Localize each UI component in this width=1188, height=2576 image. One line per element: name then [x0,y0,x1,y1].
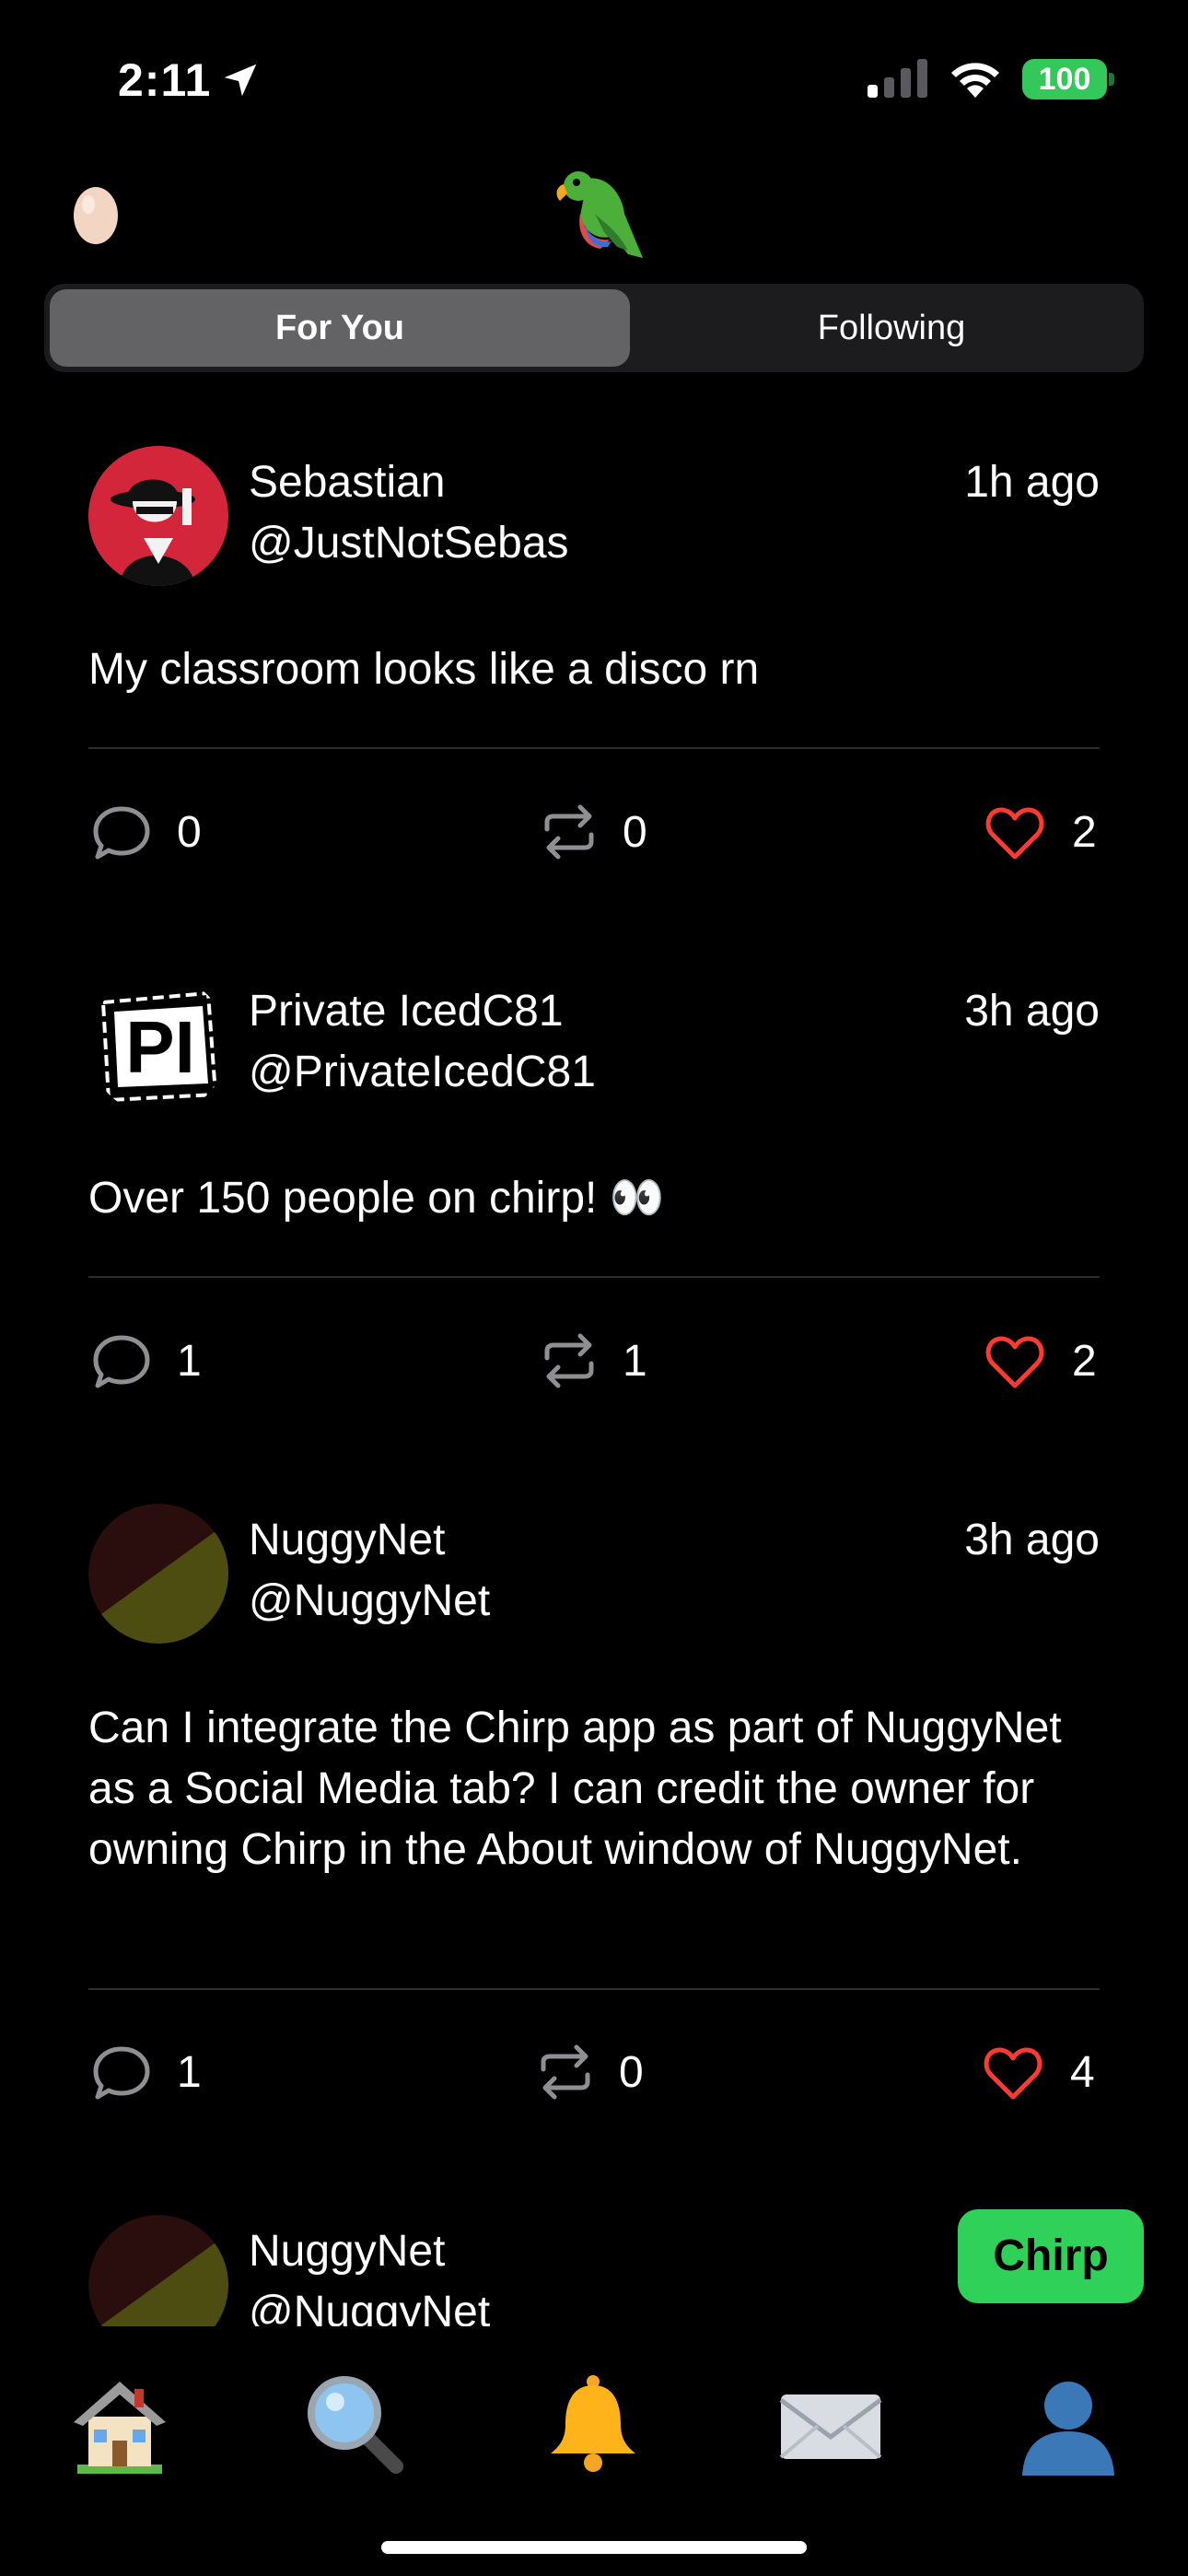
bottom-tab-bar [0,2326,1188,2576]
home-icon[interactable] [64,2369,175,2479]
post-author-handle[interactable]: @NuggyNet [249,2287,490,2326]
avatar-nuggynet-image [88,2215,228,2326]
home-indicator [381,2541,807,2554]
messages-envelope-icon[interactable] [775,2369,886,2479]
notifications-bell-icon[interactable] [538,2369,648,2479]
post-card[interactable]: NuggyNet @NuggyNet [0,0,1188,2326]
profile-icon[interactable] [1013,2369,1124,2479]
avatar[interactable] [88,2215,228,2326]
search-icon[interactable] [300,2369,411,2479]
post-author-name[interactable]: NuggyNet [249,2226,445,2277]
compose-chirp-button[interactable]: Chirp [958,2209,1144,2303]
